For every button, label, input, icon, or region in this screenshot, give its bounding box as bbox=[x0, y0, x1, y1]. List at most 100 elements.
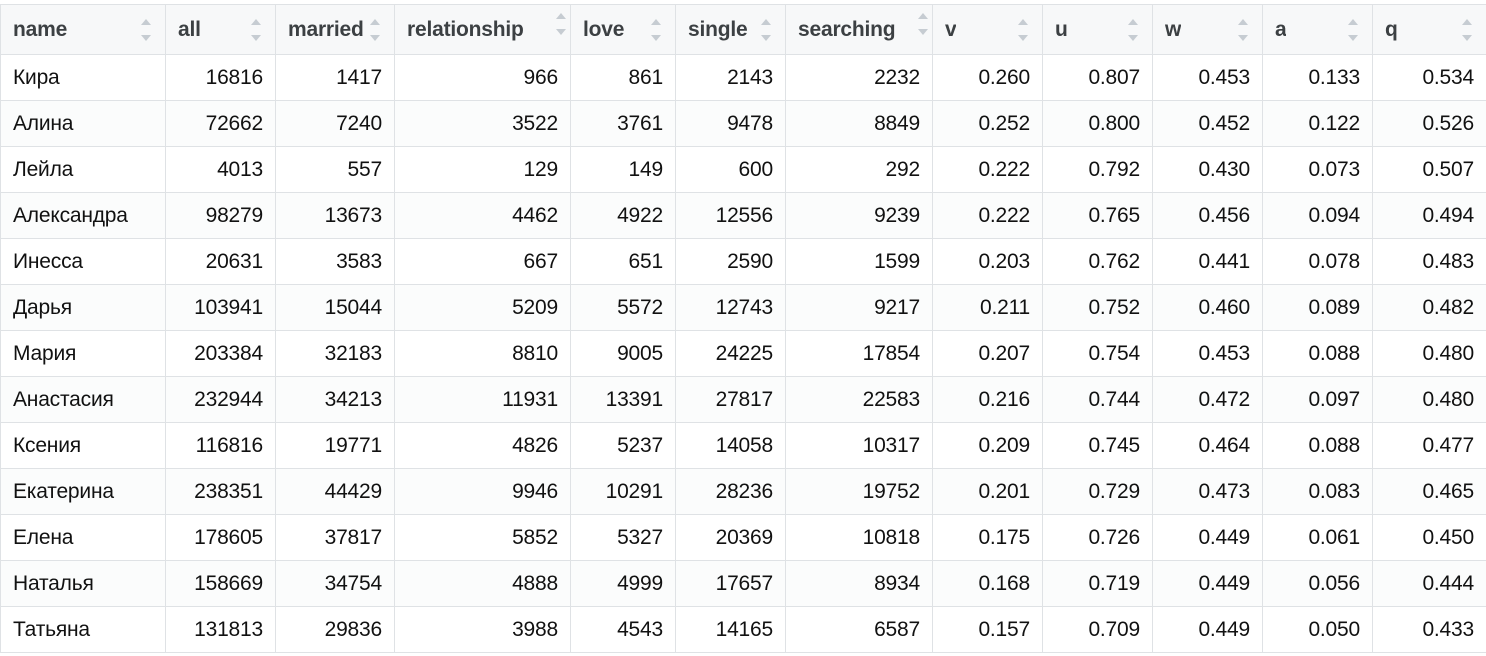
sort-toggle-icon[interactable] bbox=[251, 17, 263, 43]
column-header-searching[interactable]: searching bbox=[785, 4, 933, 55]
column-header-u[interactable]: u bbox=[1042, 4, 1153, 55]
cell-w: 0.472 bbox=[1152, 376, 1263, 423]
cell-all: 178605 bbox=[165, 514, 276, 561]
cell-all: 131813 bbox=[165, 606, 276, 653]
sort-toggle-icon[interactable] bbox=[141, 17, 153, 43]
table-row[interactable]: Ксения 116816 19771 4826 5237 14058 10317 0.209… bbox=[0, 422, 1486, 469]
sort-ascending-icon bbox=[918, 13, 928, 19]
cell-name: Мария bbox=[0, 330, 166, 377]
table-row[interactable]: Анастасия 232944 34213 11931 13391 27817 22583… bbox=[0, 376, 1486, 423]
cell-love: 651 bbox=[570, 238, 676, 285]
sort-toggle-icon[interactable] bbox=[918, 11, 930, 37]
sort-toggle-icon[interactable] bbox=[651, 17, 663, 43]
sort-toggle-icon[interactable] bbox=[1348, 17, 1360, 43]
cell-a: 0.073 bbox=[1262, 146, 1373, 193]
cell-married: 13673 bbox=[275, 192, 395, 239]
cell-searching: 8934 bbox=[785, 560, 933, 607]
cell-married: 7240 bbox=[275, 100, 395, 147]
cell-name: Кира bbox=[0, 54, 166, 101]
cell-u: 0.807 bbox=[1042, 54, 1153, 101]
cell-v: 0.201 bbox=[932, 468, 1043, 515]
cell-single: 17657 bbox=[675, 560, 786, 607]
cell-relationship: 667 bbox=[394, 238, 571, 285]
cell-love: 149 bbox=[570, 146, 676, 193]
cell-searching: 9239 bbox=[785, 192, 933, 239]
table-row[interactable]: Инесса 20631 3583 667 651 2590 1599 0.203 0.762 0… bbox=[0, 238, 1486, 285]
table-row[interactable]: Дарья 103941 15044 5209 5572 12743 9217 0.211 0.… bbox=[0, 284, 1486, 331]
table-row[interactable]: Татьяна 131813 29836 3988 4543 14165 6587 0.157… bbox=[0, 606, 1486, 653]
column-header-relationship[interactable]: relationship bbox=[394, 4, 571, 55]
cell-love: 13391 bbox=[570, 376, 676, 423]
cell-a: 0.089 bbox=[1262, 284, 1373, 331]
cell-w: 0.473 bbox=[1152, 468, 1263, 515]
column-header-a[interactable]: a bbox=[1262, 4, 1373, 55]
sort-descending-icon bbox=[1462, 34, 1472, 41]
table-row[interactable]: Екатерина 238351 44429 9946 10291 28236 19752 0… bbox=[0, 468, 1486, 515]
column-header-inner: name bbox=[13, 17, 153, 43]
cell-single: 14058 bbox=[675, 422, 786, 469]
sort-ascending-icon bbox=[1018, 18, 1028, 25]
column-header-married[interactable]: married bbox=[275, 4, 395, 55]
cell-love: 5572 bbox=[570, 284, 676, 331]
table-row[interactable]: Александра 98279 13673 4462 4922 12556 9239 0.2… bbox=[0, 192, 1486, 239]
cell-v: 0.222 bbox=[932, 146, 1043, 193]
column-header-v[interactable]: v bbox=[932, 4, 1043, 55]
cell-v: 0.216 bbox=[932, 376, 1043, 423]
sort-descending-icon bbox=[1018, 34, 1028, 41]
cell-all: 116816 bbox=[165, 422, 276, 469]
cell-name: Наталья bbox=[0, 560, 166, 607]
column-header-label: searching bbox=[798, 17, 896, 41]
cell-single: 600 bbox=[675, 146, 786, 193]
column-header-single[interactable]: single bbox=[675, 4, 786, 55]
cell-searching: 6587 bbox=[785, 606, 933, 653]
cell-a: 0.097 bbox=[1262, 376, 1373, 423]
column-header-inner: love bbox=[583, 17, 663, 43]
column-header-love[interactable]: love bbox=[570, 4, 676, 55]
column-header-q[interactable]: q bbox=[1372, 4, 1486, 55]
cell-searching: 2232 bbox=[785, 54, 933, 101]
cell-name: Александра bbox=[0, 192, 166, 239]
header-row: name all married relationship love single sear… bbox=[0, 4, 1486, 55]
cell-name: Екатерина bbox=[0, 468, 166, 515]
cell-searching: 17854 bbox=[785, 330, 933, 377]
cell-single: 2143 bbox=[675, 54, 786, 101]
cell-q: 0.483 bbox=[1372, 238, 1486, 285]
cell-name: Елена bbox=[0, 514, 166, 561]
cell-v: 0.157 bbox=[932, 606, 1043, 653]
sort-toggle-icon[interactable] bbox=[1128, 17, 1140, 43]
sort-toggle-icon[interactable] bbox=[370, 17, 382, 43]
cell-q: 0.482 bbox=[1372, 284, 1486, 331]
table-row[interactable]: Мария 203384 32183 8810 9005 24225 17854 0.207 0… bbox=[0, 330, 1486, 377]
table-row[interactable]: Лейла 4013 557 129 149 600 292 0.222 0.792 0.430 0… bbox=[0, 146, 1486, 193]
cell-w: 0.453 bbox=[1152, 330, 1263, 377]
sort-ascending-icon bbox=[1462, 18, 1472, 25]
table-row[interactable]: Наталья 158669 34754 4888 4999 17657 8934 0.168… bbox=[0, 560, 1486, 607]
cell-q: 0.534 bbox=[1372, 54, 1486, 101]
column-header-inner: married bbox=[288, 17, 382, 43]
sort-toggle-icon[interactable] bbox=[761, 17, 773, 43]
cell-u: 0.729 bbox=[1042, 468, 1153, 515]
table-row[interactable]: Елена 178605 37817 5852 5327 20369 10818 0.175 0… bbox=[0, 514, 1486, 561]
sort-descending-icon bbox=[1128, 34, 1138, 41]
cell-married: 29836 bbox=[275, 606, 395, 653]
cell-married: 1417 bbox=[275, 54, 395, 101]
cell-a: 0.088 bbox=[1262, 330, 1373, 377]
cell-love: 5237 bbox=[570, 422, 676, 469]
sort-toggle-icon[interactable] bbox=[1238, 17, 1250, 43]
cell-q: 0.480 bbox=[1372, 330, 1486, 377]
column-header-w[interactable]: w bbox=[1152, 4, 1263, 55]
cell-name: Татьяна bbox=[0, 606, 166, 653]
sort-toggle-icon[interactable] bbox=[1018, 17, 1030, 43]
cell-single: 24225 bbox=[675, 330, 786, 377]
sort-toggle-icon[interactable] bbox=[556, 11, 568, 37]
column-header-all[interactable]: all bbox=[165, 4, 276, 55]
cell-u: 0.709 bbox=[1042, 606, 1153, 653]
sort-toggle-icon[interactable] bbox=[1462, 17, 1474, 43]
table-row[interactable]: Кира 16816 1417 966 861 2143 2232 0.260 0.807 0.4… bbox=[0, 54, 1486, 101]
cell-searching: 292 bbox=[785, 146, 933, 193]
cell-w: 0.449 bbox=[1152, 514, 1263, 561]
column-header-label: q bbox=[1385, 17, 1398, 41]
column-header-name[interactable]: name bbox=[0, 4, 166, 55]
cell-searching: 19752 bbox=[785, 468, 933, 515]
table-row[interactable]: Алина 72662 7240 3522 3761 9478 8849 0.252 0.800… bbox=[0, 100, 1486, 147]
